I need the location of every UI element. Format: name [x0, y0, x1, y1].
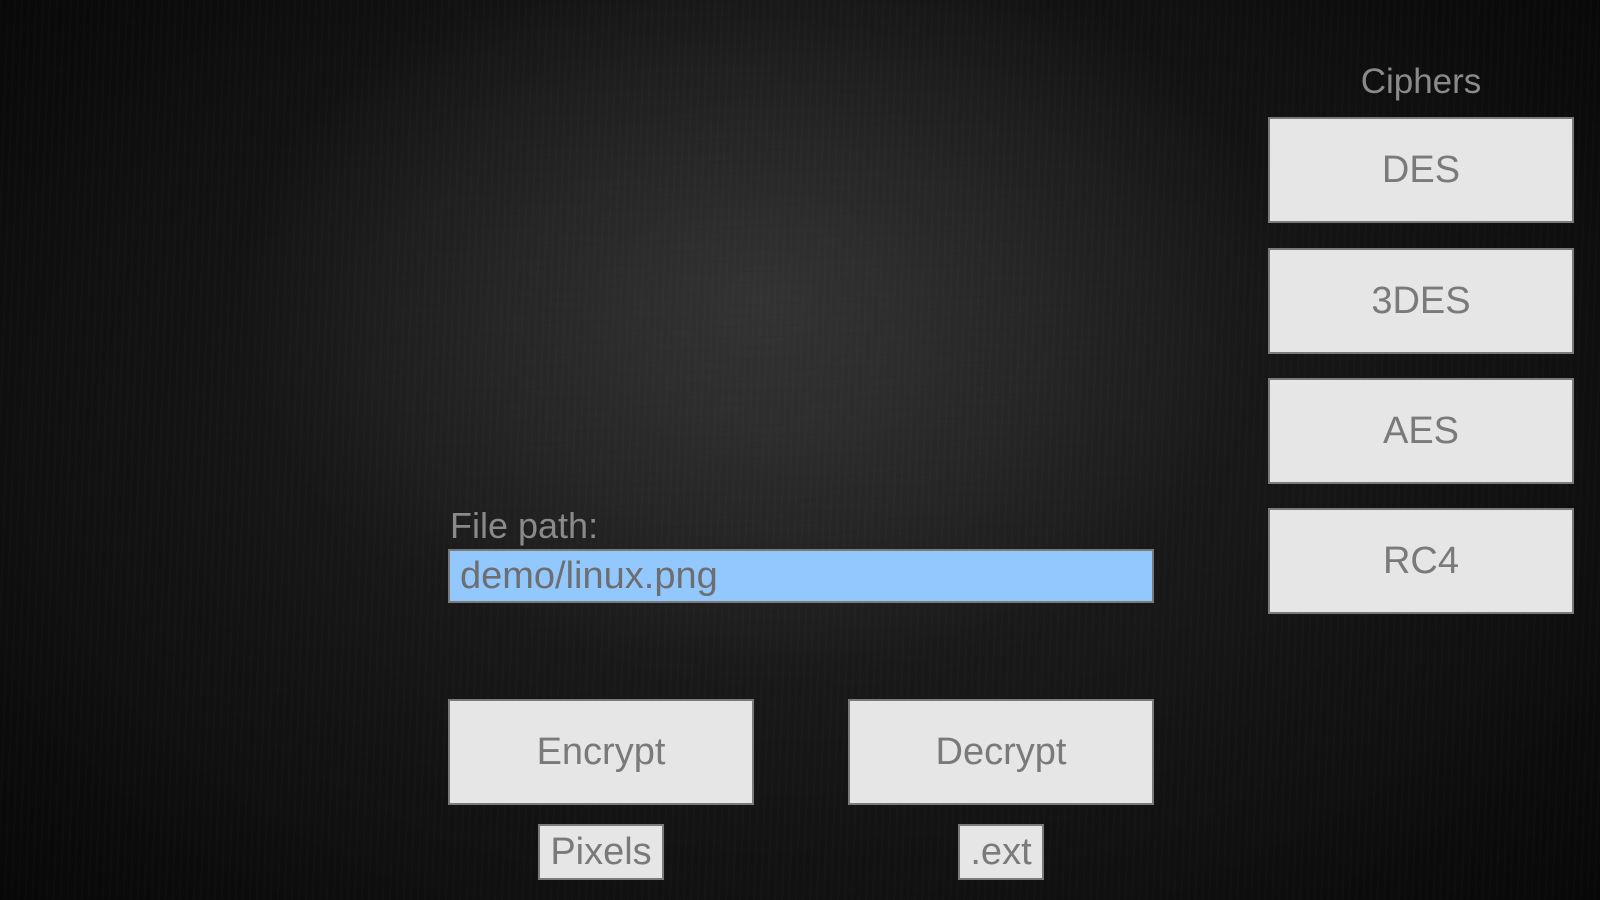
pixels-button[interactable]: Pixels — [538, 824, 664, 880]
encrypt-button[interactable]: Encrypt — [448, 699, 754, 805]
decrypt-button[interactable]: Decrypt — [848, 699, 1154, 805]
cipher-rc4-button[interactable]: RC4 — [1268, 508, 1574, 614]
cipher-des-button[interactable]: DES — [1268, 117, 1574, 223]
file-path-label: File path: — [450, 505, 599, 546]
ciphers-heading: Ciphers — [1360, 62, 1482, 101]
cipher-3des-button[interactable]: 3DES — [1268, 248, 1574, 354]
cipher-aes-button[interactable]: AES — [1268, 378, 1574, 484]
ext-button[interactable]: .ext — [958, 824, 1044, 880]
file-path-input[interactable] — [448, 549, 1154, 603]
